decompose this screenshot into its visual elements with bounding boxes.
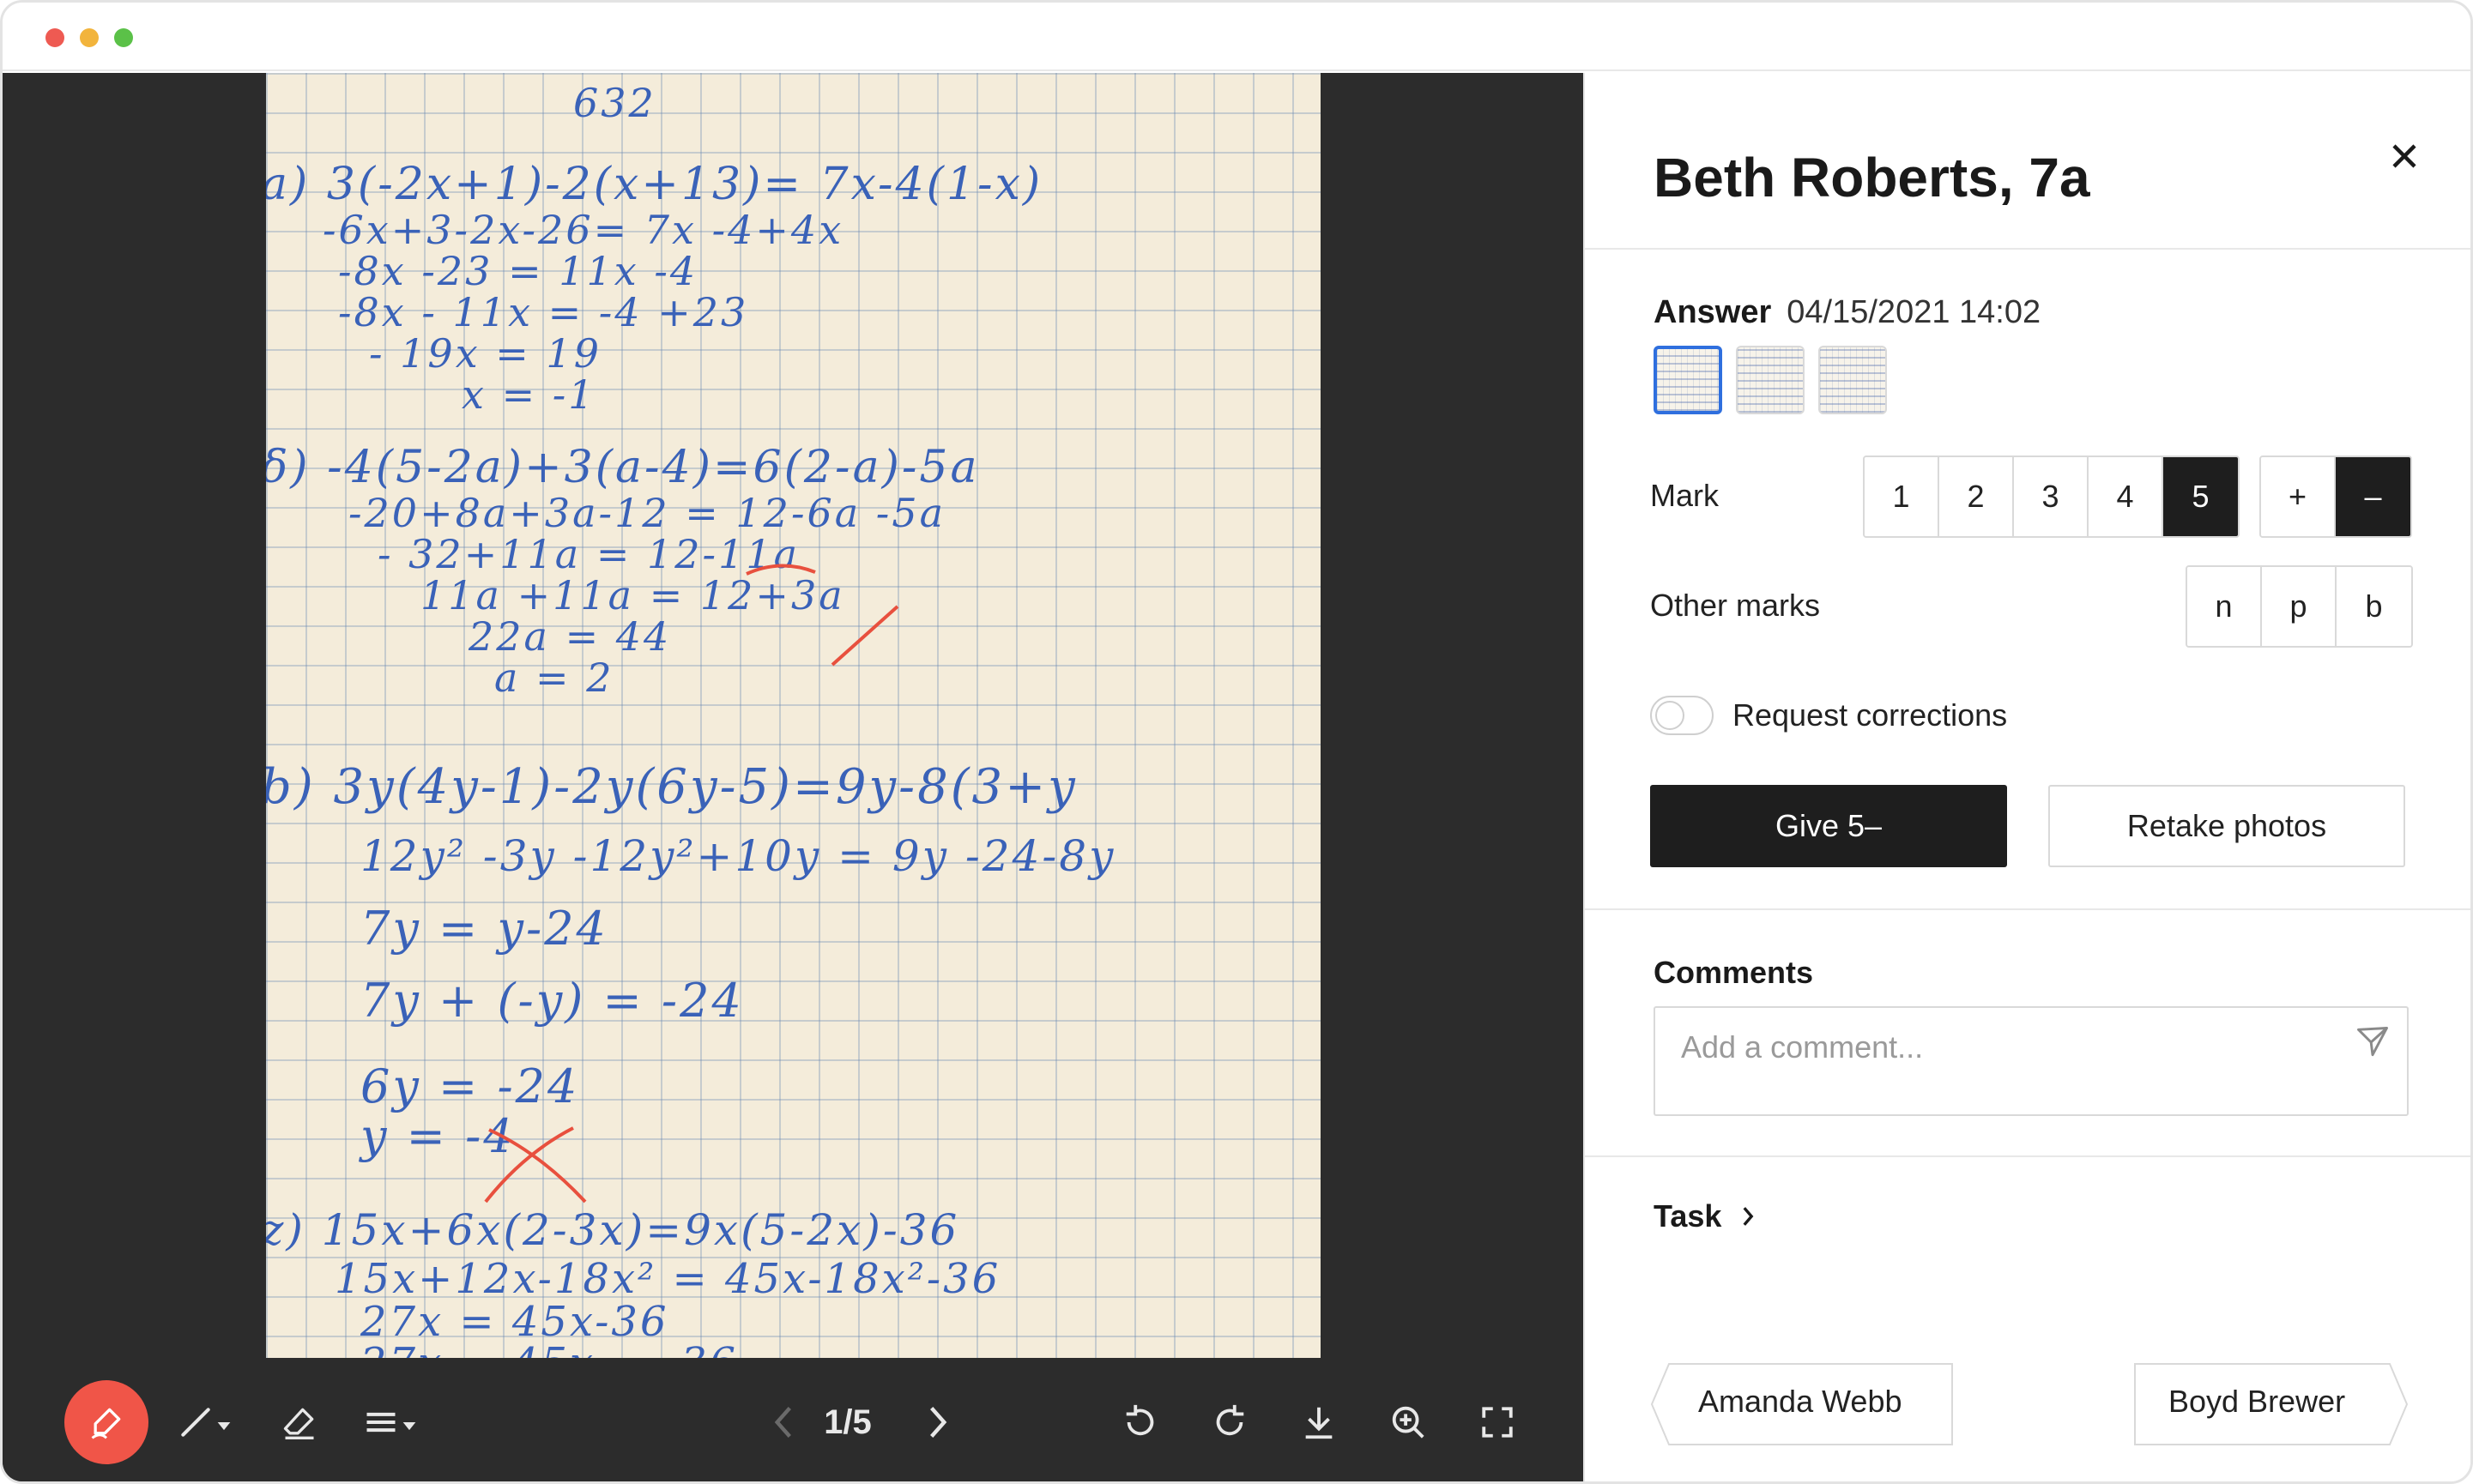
next-student-button[interactable]: Boyd Brewer xyxy=(2134,1363,2409,1445)
page-pager: 1/5 xyxy=(749,1388,972,1457)
request-corrections-toggle[interactable] xyxy=(1650,696,1714,735)
worksheet-line: - 19x = 19 xyxy=(369,330,602,377)
comments-title: Comments xyxy=(1654,955,1814,990)
worksheet-line: -8x - 11x = -4 +23 xyxy=(338,289,749,335)
worksheet-line: - 32+11a = 12-11a xyxy=(378,531,801,577)
worksheet-line: 7y = y-24 xyxy=(360,902,608,956)
line-weight-icon xyxy=(366,1412,416,1433)
previous-student-name: Amanda Webb xyxy=(1698,1384,1902,1419)
next-page-button[interactable] xyxy=(904,1403,972,1441)
download-icon xyxy=(1305,1407,1333,1439)
line-icon xyxy=(181,1408,231,1437)
zoom-window-button[interactable] xyxy=(114,28,133,47)
toggle-knob xyxy=(1655,701,1684,730)
mark-option-1[interactable]: 1 xyxy=(1865,457,1939,536)
other-marks-label: Other marks xyxy=(1650,588,1821,623)
download-button[interactable] xyxy=(1293,1388,1345,1457)
rotate-right-button[interactable] xyxy=(1204,1388,1255,1457)
worksheet-line: -8x -23 = 11x -4 xyxy=(338,248,698,294)
worksheet-line: -6x+3-2x-26= 7x -4+4x xyxy=(323,207,844,253)
divider xyxy=(1585,908,2470,910)
answer-thumbnail[interactable] xyxy=(1654,346,1722,414)
other-mark-b[interactable]: b xyxy=(2337,567,2411,646)
eraser-icon xyxy=(283,1408,314,1439)
worksheet-line: 7y + (-y) = -24 xyxy=(360,974,744,1028)
rotate-right-icon xyxy=(1216,1404,1244,1436)
app-window: 632 a) 3(-2x+1)-2(x+13)= 7x-4(1-x) -6x+3… xyxy=(0,0,2473,1484)
close-window-button[interactable] xyxy=(45,28,64,47)
chevron-left-icon xyxy=(774,1407,791,1438)
worksheet-line: b) 3y(4y-1)-2y(6y-5)=9y-8(3+y xyxy=(266,759,1078,815)
worksheet-page-number: 632 xyxy=(573,80,656,126)
comment-box xyxy=(1654,1006,2409,1116)
grading-panel: Beth Roberts, 7a Answer 04/15/2021 14:02… xyxy=(1583,73,2470,1481)
answer-label: Answer xyxy=(1654,294,1772,330)
worksheet-photo[interactable]: 632 a) 3(-2x+1)-2(x+13)= 7x-4(1-x) -6x+3… xyxy=(266,73,1321,1363)
other-marks-selector: n p b xyxy=(2186,565,2413,648)
worksheet-line: a = 2 xyxy=(494,655,614,701)
send-icon[interactable] xyxy=(2354,1023,2391,1061)
answer-thumbnail[interactable] xyxy=(1818,346,1887,414)
answer-thumbnail[interactable] xyxy=(1736,346,1805,414)
mark-plus-button[interactable]: + xyxy=(2261,457,2336,536)
task-label: Task xyxy=(1654,1198,1722,1234)
give-mark-button[interactable]: Give 5– xyxy=(1650,785,2007,867)
chevron-right-icon xyxy=(930,1407,947,1438)
next-student-name: Boyd Brewer xyxy=(2168,1384,2346,1419)
worksheet-line: a) 3(-2x+1)-2(x+13)= 7x-4(1-x) xyxy=(266,159,1043,210)
mark-option-2[interactable]: 2 xyxy=(1939,457,2014,536)
answer-date: 04/15/2021 14:02 xyxy=(1787,294,2041,330)
worksheet-line: δ) -4(5-2a)+3(a-4)=6(2-a)-5a xyxy=(266,442,980,493)
worksheet-line: 6y = -24 xyxy=(360,1059,580,1113)
mark-minus-button[interactable]: – xyxy=(2336,457,2410,536)
worksheet-line: 15x+12x-18x² = 45x-18x²-36 xyxy=(335,1255,1001,1303)
worksheet-line: x = -1 xyxy=(462,371,596,418)
fullscreen-icon xyxy=(1482,1407,1513,1438)
mark-option-5[interactable]: 5 xyxy=(2163,457,2238,536)
line-weight-button[interactable] xyxy=(356,1388,425,1457)
worksheet-line: 12y² -3y -12y²+10y = 9y -24-8y xyxy=(360,831,1116,881)
worksheet-line: z) 15x+6x(2-3x)=9x(5-2x)-36 xyxy=(266,1205,960,1255)
divider xyxy=(1585,1155,2470,1157)
zoom-in-icon xyxy=(1392,1406,1424,1439)
task-link[interactable]: Task xyxy=(1654,1198,1756,1234)
student-name: Beth Roberts, 7a xyxy=(1654,147,2090,208)
eraser-tool-button[interactable] xyxy=(275,1388,323,1457)
mark-option-3[interactable]: 3 xyxy=(2014,457,2089,536)
pen-tool-button[interactable] xyxy=(64,1380,148,1464)
title-bar xyxy=(3,3,2470,71)
minimize-window-button[interactable] xyxy=(80,28,99,47)
other-mark-n[interactable]: n xyxy=(2187,567,2262,646)
chevron-right-icon xyxy=(1743,1207,1754,1226)
worksheet-line: 22a = 44 xyxy=(469,613,672,660)
answer-thumbnails xyxy=(1654,346,1887,414)
worksheet-line: y = -4 xyxy=(360,1109,516,1163)
close-icon xyxy=(2392,144,2416,168)
mark-label: Mark xyxy=(1650,478,1719,513)
pen-icon xyxy=(91,1408,121,1439)
fullscreen-button[interactable] xyxy=(1472,1388,1523,1457)
comment-input[interactable] xyxy=(1681,1027,2333,1068)
mark-modifier-selector: + – xyxy=(2259,455,2412,538)
other-mark-p[interactable]: p xyxy=(2262,567,2337,646)
viewer-toolbar: 1/5 xyxy=(3,1358,1583,1481)
line-tool-button[interactable] xyxy=(171,1388,239,1457)
worksheet-line: -20+8a+3a-12 = 12-6a -5a xyxy=(348,490,946,536)
worksheet-line: 11a +11a = 12+3a xyxy=(420,572,845,618)
rotate-left-button[interactable] xyxy=(1115,1388,1166,1457)
close-panel-button[interactable] xyxy=(2374,126,2434,186)
rotate-left-icon xyxy=(1126,1404,1154,1436)
zoom-in-button[interactable] xyxy=(1382,1388,1434,1457)
prev-page-button[interactable] xyxy=(749,1403,818,1441)
page-indicator: 1/5 xyxy=(824,1403,872,1441)
retake-photos-button[interactable]: Retake photos xyxy=(2048,785,2405,867)
previous-student-button[interactable]: Amanda Webb xyxy=(1650,1363,1954,1445)
mark-selector: 1 2 3 4 5 xyxy=(1863,455,2240,538)
image-viewer: 632 a) 3(-2x+1)-2(x+13)= 7x-4(1-x) -6x+3… xyxy=(3,73,1583,1481)
mark-option-4[interactable]: 4 xyxy=(2089,457,2163,536)
request-corrections-label: Request corrections xyxy=(1732,697,2008,733)
divider xyxy=(1585,248,2470,250)
answer-header: Answer 04/15/2021 14:02 xyxy=(1654,294,2041,331)
